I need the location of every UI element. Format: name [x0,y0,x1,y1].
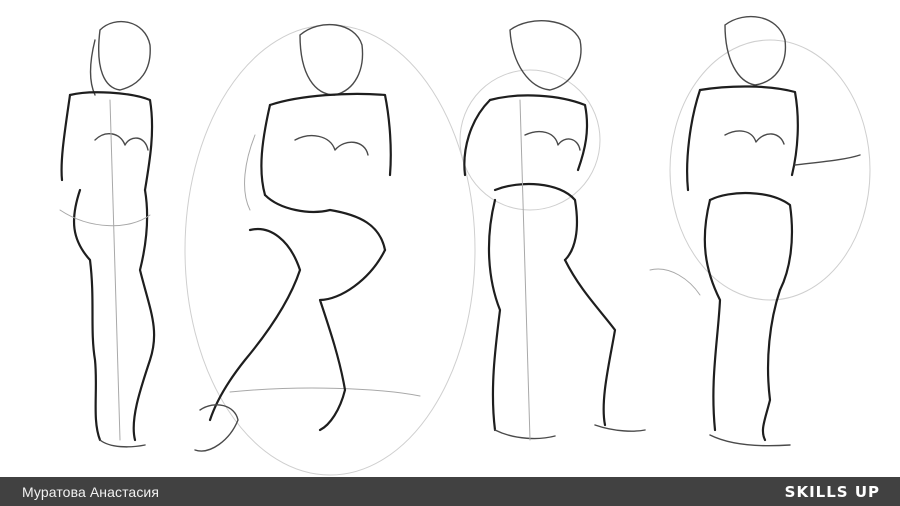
brand-logo: SKILLS UP [784,482,880,501]
footer-bar: Муратова Анастасия SKILLS UP [0,477,900,506]
author-name: Муратова Анастасия [22,483,160,500]
figure-3 [463,20,646,441]
ground-line-2 [229,387,421,397]
figure-1 [59,20,156,448]
figure-sketches [59,15,871,476]
figure-2 [194,23,392,452]
sketch-canvas [0,0,900,477]
construction-circle-3 [459,69,601,211]
